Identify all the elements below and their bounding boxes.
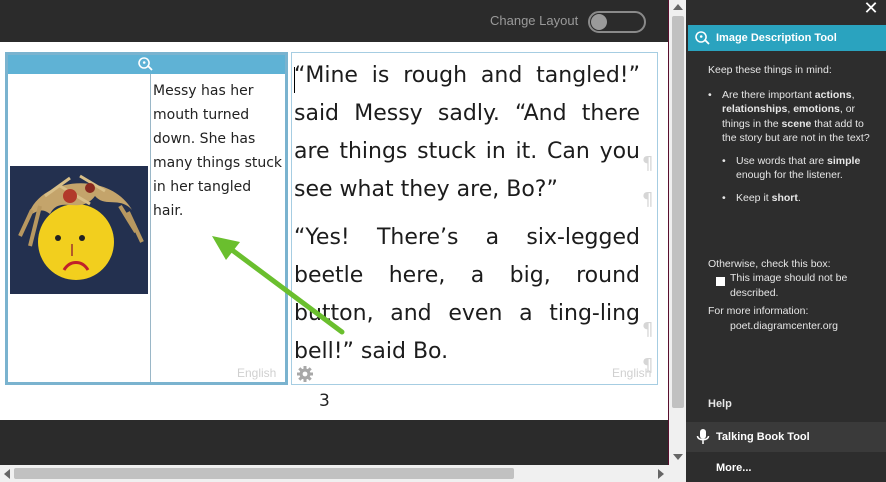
pilcrow-icon: ¶ <box>642 189 654 210</box>
description-line: down. She has <box>153 131 256 147</box>
vertical-scroll-thumb[interactable] <box>672 16 684 408</box>
toggle-knob <box>591 14 607 30</box>
pilcrow-icon: ¶ <box>642 319 654 340</box>
image-area <box>8 74 151 382</box>
instructions: Keep these things in mind: Are there imp… <box>708 63 878 213</box>
keep-in-mind-heading: Keep these things in mind: <box>708 64 832 76</box>
talking-book-tool-header[interactable]: Talking Book Tool <box>686 422 886 452</box>
instruction-bullet: Keep it short. <box>722 191 878 206</box>
scroll-down-icon[interactable] <box>673 454 683 460</box>
app-window: Change Layout Messy has her mouth turned… <box>0 0 886 482</box>
bullet-text: Keep it <box>736 191 772 204</box>
description-line: mouth turned <box>153 107 250 123</box>
more-info-link[interactable]: poet.diagramcenter.org <box>730 319 838 334</box>
bullet-text: , <box>851 88 855 101</box>
change-layout-label: Change Layout <box>490 13 579 28</box>
tool-panel: ✕ Image Description Tool Keep these thin… <box>686 0 886 482</box>
top-bar: Change Layout <box>0 0 668 42</box>
vertical-scrollbar[interactable] <box>668 0 686 465</box>
more-button[interactable]: More... <box>716 462 751 474</box>
more-info-label: For more information: <box>708 305 809 317</box>
help-link[interactable]: Help <box>708 398 732 410</box>
tool-title: Image Description Tool <box>716 32 837 44</box>
image-description-icon <box>695 31 710 45</box>
close-icon[interactable]: ✕ <box>862 0 880 18</box>
description-line: in her tangled <box>153 179 252 195</box>
page-number: 3 <box>319 391 330 411</box>
bullet-bold: emotions <box>793 103 840 115</box>
instruction-bullet: Are there important actions, relationshi… <box>708 88 878 146</box>
description-line: many things stuck <box>153 155 283 171</box>
microphone-icon <box>696 429 710 444</box>
image-description-text[interactable]: Messy has her mouth turned down. She has… <box>152 79 288 223</box>
image-description-tool-header[interactable]: Image Description Tool <box>688 25 886 51</box>
pilcrow-icon: ¶ <box>642 153 654 174</box>
story-paragraph: “Mine is rough and tangled!” said Messy … <box>294 63 640 202</box>
scroll-left-icon[interactable] <box>4 469 10 479</box>
bullet-text: enough for the listener. <box>736 169 843 181</box>
image-language-label: English <box>237 366 277 380</box>
bullet-text: Use words that are <box>736 154 828 167</box>
green-arrow-annotation <box>212 236 345 335</box>
do-not-describe-checkbox[interactable] <box>716 277 725 286</box>
bullet-bold: simple <box>827 154 861 167</box>
messy-face-illustration <box>10 166 148 294</box>
bullet-bold: short <box>771 191 798 204</box>
bullet-bold: scene <box>781 117 812 130</box>
instruction-bullet: Use words that are simple enough for the… <box>722 154 878 183</box>
image-block-header <box>8 55 285 74</box>
horizontal-scrollbar[interactable] <box>0 465 686 482</box>
talking-book-title: Talking Book Tool <box>716 431 810 443</box>
otherwise-text: Otherwise, check this box: <box>708 258 831 270</box>
change-layout-toggle[interactable] <box>588 11 646 33</box>
bullet-text: . <box>797 191 801 204</box>
bullet-bold: actions <box>814 88 852 101</box>
scroll-right-icon[interactable] <box>658 469 664 479</box>
gear-icon[interactable] <box>296 365 314 383</box>
story-language-label: English <box>612 366 652 380</box>
sub-bullets: Use words that are simple enough for the… <box>708 154 878 206</box>
description-line: hair. <box>153 203 184 219</box>
description-line: Messy has her <box>153 83 254 99</box>
bullet-text: Are there important <box>722 88 815 101</box>
image-description-icon[interactable] <box>138 56 154 72</box>
book-illustration <box>10 166 148 294</box>
do-not-describe-label[interactable]: This image should not be described. <box>730 271 878 300</box>
horizontal-scroll-thumb[interactable] <box>14 468 514 479</box>
scroll-up-icon[interactable] <box>673 4 683 10</box>
bullet-bold: relationships <box>722 103 788 115</box>
